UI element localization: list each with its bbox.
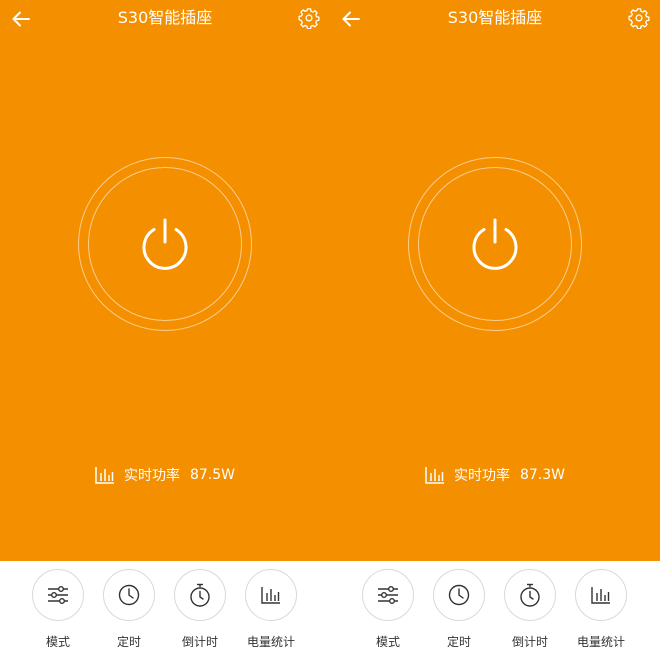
power-label: 实时功率 <box>453 468 510 484</box>
energy-stats-label: 电量统计 <box>246 635 295 647</box>
countdown-button[interactable]: 倒计时 <box>503 569 557 647</box>
energy-stats-button[interactable]: 电量统计 <box>244 569 298 647</box>
energy-stats-button[interactable]: 电量统计 <box>574 569 628 647</box>
timer-button-circle <box>433 569 485 621</box>
mode-label: 模式 <box>45 635 70 647</box>
header: S30智能插座 <box>330 0 660 38</box>
page-title: S30智能插座 <box>117 8 213 27</box>
header: S30智能插座 <box>0 0 330 38</box>
power-value: 87.3W <box>519 467 565 483</box>
page-title: S30智能插座 <box>447 8 543 27</box>
mode-button[interactable]: 模式 <box>31 569 85 647</box>
mode-button-circle <box>32 569 84 621</box>
mode-button[interactable]: 模式 <box>361 569 415 647</box>
gear-icon <box>628 8 650 29</box>
timer-label: 定时 <box>116 635 141 647</box>
bar-chart-icon <box>591 587 610 604</box>
bottom-action-bar: 模式 定时 倒计时 电量统计 <box>0 561 330 647</box>
sliders-icon <box>378 586 398 604</box>
power-button[interactable] <box>418 167 572 321</box>
realtime-power: 实时功率 87.3W <box>330 464 660 486</box>
bar-chart-icon <box>95 466 115 484</box>
countdown-button-circle <box>504 569 556 621</box>
settings-button[interactable] <box>296 5 322 31</box>
bar-chart-icon <box>261 587 280 604</box>
bar-chart-icon <box>425 466 445 484</box>
power-icon <box>472 218 518 270</box>
power-icon <box>142 218 188 270</box>
countdown-label: 倒计时 <box>511 635 548 647</box>
countdown-button-circle <box>174 569 226 621</box>
power-control <box>408 157 582 331</box>
power-value: 87.5W <box>189 467 235 483</box>
power-button[interactable] <box>88 167 242 321</box>
settings-button[interactable] <box>626 5 652 31</box>
screen-left: S30智能插座 实时功率 87.5W 模式 定时 倒计时 电量统计 <box>0 0 330 647</box>
countdown-label: 倒计时 <box>181 635 218 647</box>
power-label: 实时功率 <box>123 468 180 484</box>
page: S30智能插座 实时功率 87.5W 模式 定时 倒计时 电量统计 S30智能插… <box>0 0 660 647</box>
energy-stats-button-circle <box>575 569 627 621</box>
gear-icon <box>298 8 320 29</box>
energy-stats-button-circle <box>245 569 297 621</box>
sliders-icon <box>48 586 68 604</box>
countdown-button[interactable]: 倒计时 <box>173 569 227 647</box>
timer-label: 定时 <box>446 635 471 647</box>
mode-label: 模式 <box>375 635 400 647</box>
stopwatch-icon <box>520 583 540 607</box>
timer-button[interactable]: 定时 <box>102 569 156 647</box>
realtime-power: 实时功率 87.5W <box>0 464 330 486</box>
stopwatch-icon <box>190 583 210 607</box>
power-control <box>78 157 252 331</box>
clock-icon <box>448 584 470 606</box>
clock-icon <box>118 584 140 606</box>
energy-stats-label: 电量统计 <box>576 635 625 647</box>
timer-button-circle <box>103 569 155 621</box>
bottom-action-bar: 模式 定时 倒计时 电量统计 <box>330 561 660 647</box>
mode-button-circle <box>362 569 414 621</box>
timer-button[interactable]: 定时 <box>432 569 486 647</box>
screen-right: S30智能插座 实时功率 87.3W 模式 定时 倒计时 电量统计 <box>330 0 660 647</box>
